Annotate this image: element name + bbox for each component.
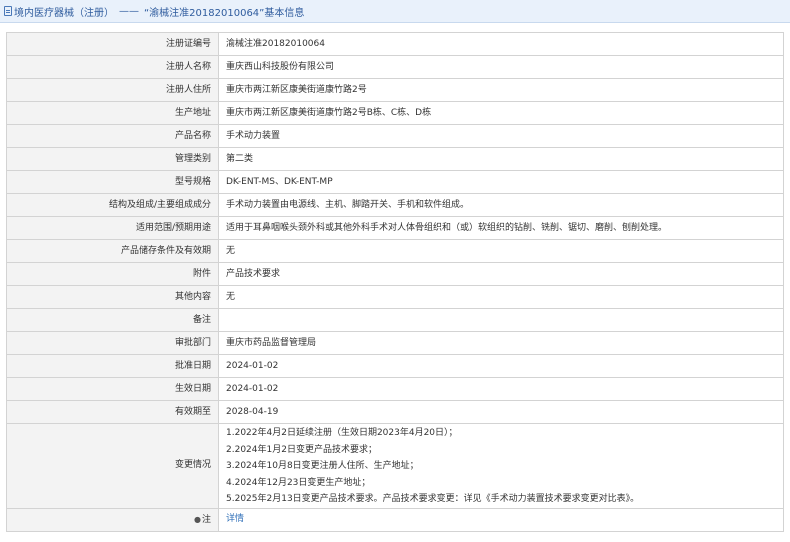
table-row: 有效期至 2028-04-19 — [6, 400, 784, 424]
field-label: 附件 — [6, 262, 219, 286]
field-label: 适用范围/预期用途 — [6, 216, 219, 240]
table-row: 附件 产品技术要求 — [6, 262, 784, 286]
field-value: 2024-01-02 — [218, 354, 784, 378]
change-entry: 3.2024年10月8日变更注册人住所、生产地址； — [226, 461, 419, 471]
field-value: 产品技术要求 — [218, 262, 784, 286]
field-label: 备注 — [6, 308, 219, 332]
breadcrumb-separator: —— — [119, 5, 139, 17]
change-entry: 2.2024年1月2日变更产品技术要求； — [226, 444, 377, 455]
table-row: 产品储存条件及有效期 无 — [6, 239, 784, 263]
field-value: 手术动力装置 — [218, 124, 784, 148]
field-label: 其他内容 — [6, 285, 219, 309]
table-row-changes: 变更情况 1.2022年4月2日延续注册（生效日期2023年4月20日）； 2.… — [6, 423, 784, 509]
field-value: 第二类 — [218, 147, 784, 171]
field-value: 无 — [218, 285, 784, 309]
field-value: 重庆市药品监督管理局 — [218, 331, 784, 355]
field-label: 产品储存条件及有效期 — [6, 239, 219, 263]
breadcrumb-section[interactable]: 境内医疗器械（注册） — [14, 4, 114, 19]
change-entry: 4.2024年12月23日变更生产地址； — [226, 477, 371, 488]
field-value: DK-ENT-MS、DK-ENT-MP — [218, 170, 784, 194]
field-label: 有效期至 — [6, 400, 219, 424]
field-label: 批准日期 — [6, 354, 219, 378]
field-value: 重庆市两江新区康美街道康竹路2号B栋、C栋、D栋 — [218, 101, 784, 125]
table-row: 生产地址 重庆市两江新区康美街道康竹路2号B栋、C栋、D栋 — [6, 101, 784, 125]
table-row: 产品名称 手术动力装置 — [6, 124, 784, 148]
field-label: 注册人名称 — [6, 55, 219, 79]
table-row-note: ●注 详情 — [6, 507, 784, 532]
field-value: 手术动力装置由电源线、主机、脚踏开关、手机和软件组成。 — [218, 193, 784, 217]
field-label: 产品名称 — [6, 124, 219, 148]
details-link[interactable]: 详情 — [226, 514, 244, 524]
page-title: “渝械注准20182010064”基本信息 — [144, 7, 305, 19]
field-label: 注册证编号 — [6, 32, 219, 56]
table-row: 生效日期 2024-01-02 — [6, 377, 784, 401]
field-label: 注册人住所 — [6, 78, 219, 102]
field-label: 变更情况 — [6, 423, 219, 509]
table-row: 注册证编号 渝械注准20182010064 — [6, 32, 784, 56]
table-row: 审批部门 重庆市药品监督管理局 — [6, 331, 784, 355]
change-entry: 1.2022年4月2日延续注册（生效日期2023年4月20日）； — [226, 428, 458, 438]
table-row: 注册人住所 重庆市两江新区康美街道康竹路2号 — [6, 78, 784, 102]
table-row: 型号规格 DK-ENT-MS、DK-ENT-MP — [6, 170, 784, 194]
field-value: 2028-04-19 — [218, 400, 784, 424]
field-label: 生产地址 — [6, 101, 219, 125]
note-label-cell: ●注 — [6, 507, 219, 532]
change-entry: 5.2025年2月13日变更产品技术要求。产品技术要求变更：详见《手术动力装置技… — [226, 494, 640, 504]
table-row: 其他内容 无 — [6, 285, 784, 309]
field-label: 注 — [201, 514, 211, 525]
field-value: 重庆西山科技股份有限公司 — [218, 55, 784, 79]
table-row: 备注 — [6, 308, 784, 332]
field-label: 审批部门 — [6, 331, 219, 355]
field-label: 型号规格 — [6, 170, 219, 194]
table-row: 管理类别 第二类 — [6, 147, 784, 171]
field-value: 2024-01-02 — [218, 377, 784, 401]
field-value: 适用于耳鼻咽喉头颈外科或其他外科手术对人体骨组织和（或）软组织的钻削、铣削、锯切… — [218, 216, 784, 240]
table-row: 结构及组成/主要组成成分 手术动力装置由电源线、主机、脚踏开关、手机和软件组成。 — [6, 193, 784, 217]
table-row: 适用范围/预期用途 适用于耳鼻咽喉头颈外科或其他外科手术对人体骨组织和（或）软组… — [6, 216, 784, 240]
field-value: 重庆市两江新区康美街道康竹路2号 — [218, 78, 784, 102]
field-value: 渝械注准20182010064 — [218, 32, 784, 56]
field-label: 结构及组成/主要组成成分 — [6, 193, 219, 217]
field-value: 无 — [218, 239, 784, 263]
registration-info-table: 注册证编号 渝械注准20182010064 注册人名称 重庆西山科技股份有限公司… — [6, 32, 784, 532]
note-value-cell: 详情 — [218, 507, 784, 532]
page-header: 境内医疗器械（注册） —— “渝械注准20182010064”基本信息 — [0, 0, 790, 23]
field-label: 生效日期 — [6, 377, 219, 401]
field-value — [218, 308, 784, 332]
bulb-icon: ● — [194, 514, 201, 524]
field-label: 管理类别 — [6, 147, 219, 171]
document-icon — [4, 6, 12, 16]
table-row: 注册人名称 重庆西山科技股份有限公司 — [6, 55, 784, 79]
table-row: 批准日期 2024-01-02 — [6, 354, 784, 378]
change-history: 1.2022年4月2日延续注册（生效日期2023年4月20日）； 2.2024年… — [218, 423, 784, 509]
